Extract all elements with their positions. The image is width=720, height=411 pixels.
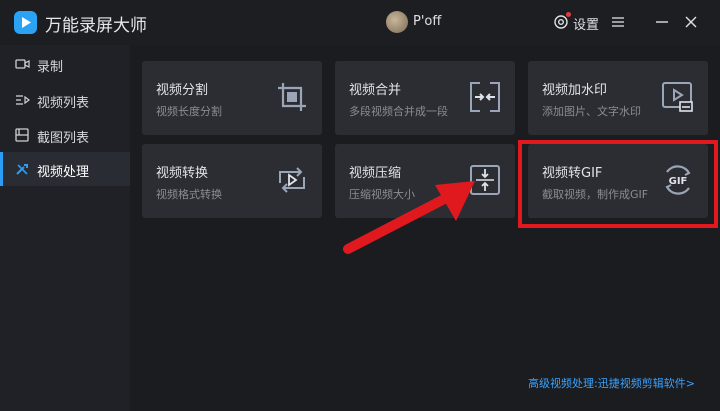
- menu-icon[interactable]: [611, 15, 625, 29]
- card-video-watermark[interactable]: 视频加水印 添加图片、文字水印: [528, 61, 708, 135]
- notification-dot: [566, 12, 571, 17]
- highlight-box: [518, 140, 718, 228]
- minimize-icon[interactable]: [655, 15, 669, 29]
- tools-icon: [16, 164, 28, 175]
- card-video-convert[interactable]: 视频转换 视频格式转换: [142, 144, 322, 218]
- image-icon: [15, 128, 29, 142]
- username-label[interactable]: P'off: [413, 14, 441, 29]
- sidebar-item-screenshot-list[interactable]: 截图列表: [0, 118, 130, 152]
- card-subtitle: 添加图片、文字水印: [542, 105, 641, 118]
- app-logo-icon: [14, 11, 37, 34]
- title-bar: 万能录屏大师 P'off 设置: [0, 0, 720, 45]
- sidebar-item-label: 录制: [37, 60, 64, 75]
- card-video-split[interactable]: 视频分割 视频长度分割: [142, 61, 322, 135]
- avatar[interactable]: [386, 11, 408, 33]
- sidebar-item-label: 视频列表: [37, 96, 90, 111]
- camera-icon: [15, 59, 30, 69]
- merge-icon: [470, 82, 500, 112]
- settings-button[interactable]: 设置: [573, 14, 599, 33]
- card-video-merge[interactable]: 视频合并 多段视频合并成一段: [335, 61, 515, 135]
- sidebar-item-label: 截图列表: [37, 131, 90, 146]
- card-subtitle: 视频格式转换: [156, 188, 222, 201]
- sidebar-item-video-processing[interactable]: 视频处理: [0, 152, 130, 186]
- close-icon[interactable]: [684, 15, 698, 29]
- app-title: 万能录屏大师: [45, 16, 147, 36]
- card-title: 视频分割: [156, 83, 209, 98]
- crop-icon: [278, 83, 306, 111]
- card-title: 视频合并: [349, 83, 402, 98]
- card-title: 视频加水印: [542, 83, 608, 98]
- card-subtitle: 多段视频合并成一段: [349, 105, 448, 118]
- card-subtitle: 视频长度分割: [156, 105, 222, 118]
- sidebar: 录制 视频列表 截图列表 视频处理: [0, 45, 130, 411]
- convert-icon: [279, 167, 305, 193]
- sidebar-item-video-list[interactable]: 视频列表: [0, 83, 130, 117]
- sidebar-item-label: 视频处理: [37, 165, 90, 180]
- sidebar-item-record[interactable]: 录制: [0, 47, 130, 81]
- annotation-arrow-icon: [343, 181, 475, 254]
- list-icon: [16, 95, 30, 105]
- advanced-editing-link[interactable]: 高级视频处理:迅捷视频剪辑软件>: [528, 375, 695, 391]
- watermark-icon: [662, 82, 693, 112]
- card-title: 视频转换: [156, 166, 209, 181]
